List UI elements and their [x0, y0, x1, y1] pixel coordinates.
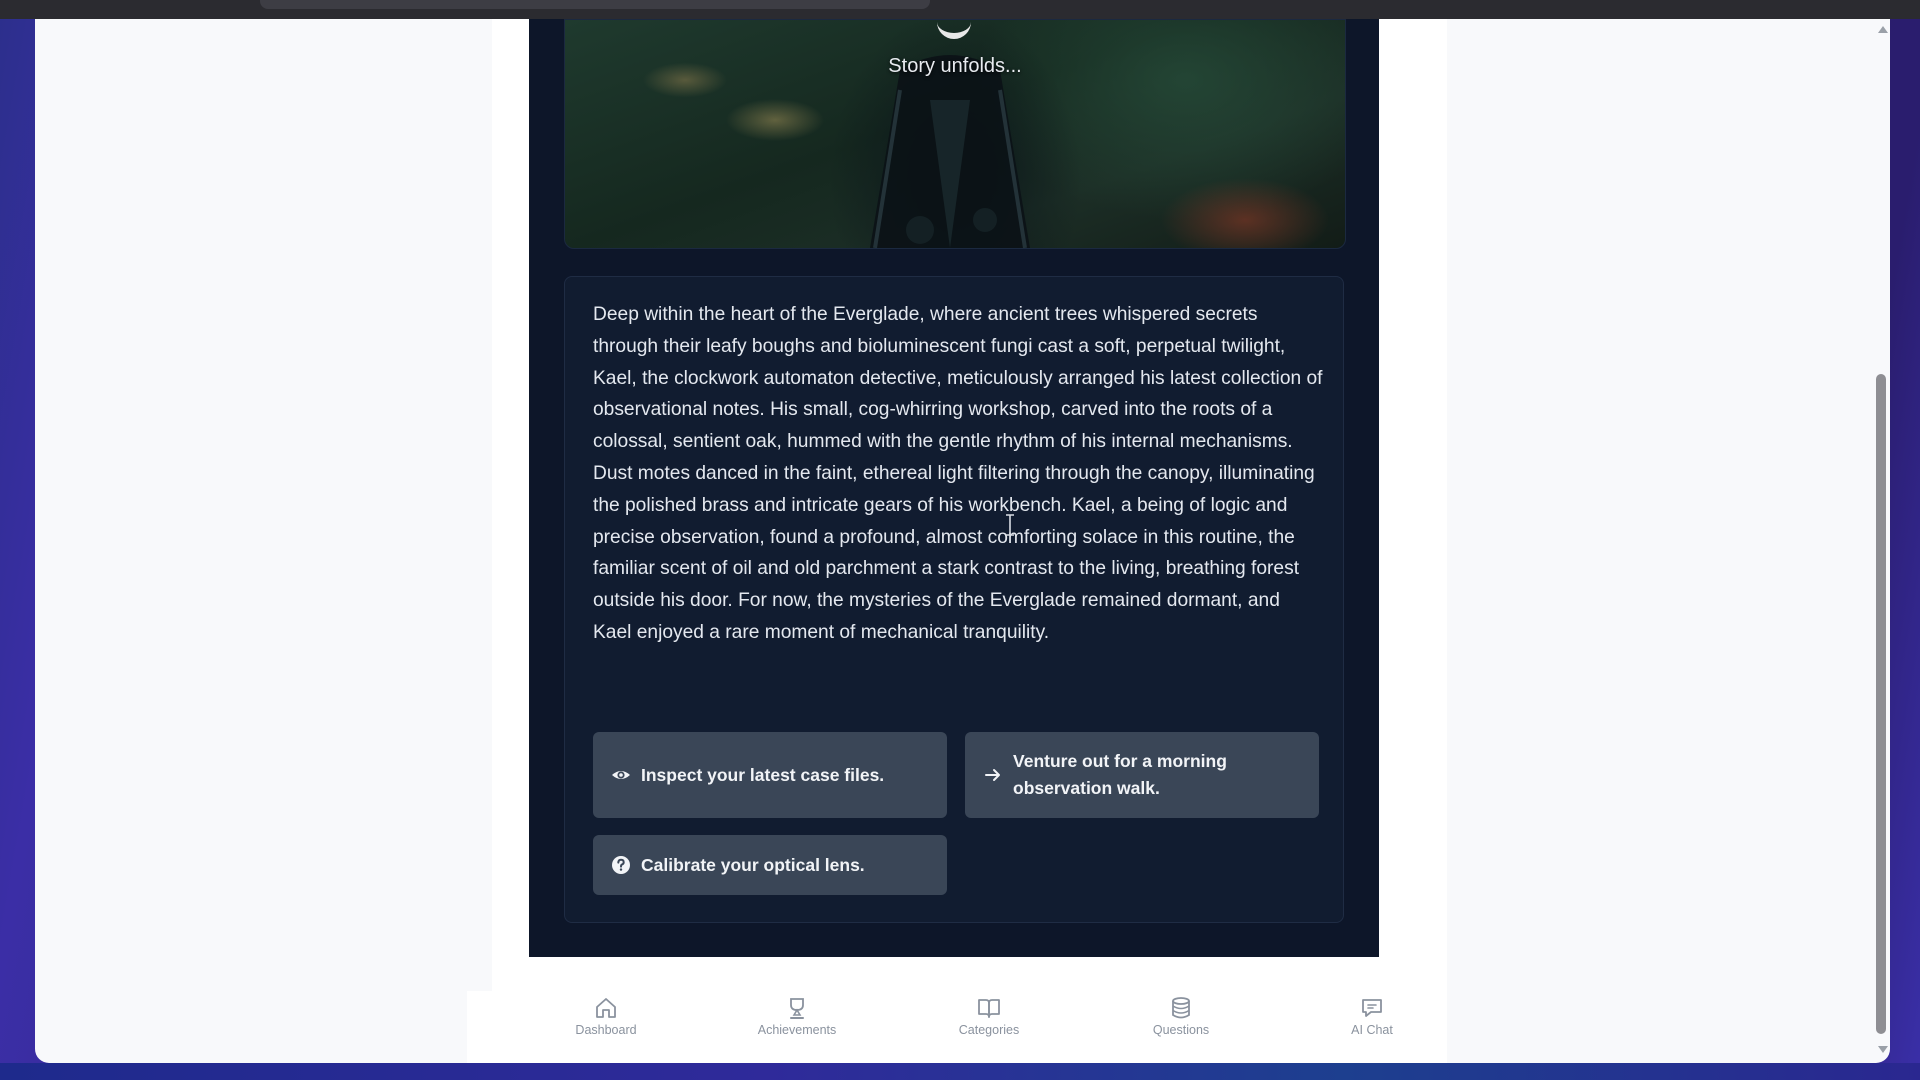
nav-label: AI Chat	[1351, 1023, 1393, 1037]
story-card: Deep within the heart of the Everglade, …	[564, 276, 1344, 923]
browser-top-bar	[0, 0, 1920, 19]
trophy-icon	[790, 998, 804, 1019]
book-icon	[978, 999, 1000, 1018]
bottom-navigation: Dashboard Achievements Categories Questi…	[467, 991, 1447, 1063]
chat-icon	[1362, 999, 1382, 1017]
choice-calibrate-lens-button[interactable]: Calibrate your optical lens.	[593, 835, 947, 895]
nav-label: Questions	[1152, 1023, 1210, 1037]
nav-achievements[interactable]: Achievements	[742, 995, 852, 1059]
eye-icon	[611, 765, 631, 785]
choice-inspect-case-files-button[interactable]: Inspect your latest case files.	[593, 732, 947, 818]
nav-dashboard[interactable]: Dashboard	[551, 995, 661, 1059]
scroll-down-icon[interactable]	[1878, 1046, 1888, 1053]
nav-questions[interactable]: Questions	[1126, 995, 1236, 1059]
nav-ai-chat[interactable]: AI Chat	[1317, 995, 1427, 1059]
hero-caption: Story unfolds...	[888, 55, 1022, 77]
home-icon	[596, 998, 616, 1018]
desktop-background-strip	[0, 1063, 1920, 1080]
nav-label: Achievements	[757, 1023, 837, 1037]
story-text: Deep within the heart of the Everglade, …	[593, 304, 1323, 643]
nav-label: Dashboard	[575, 1023, 637, 1037]
scroll-up-icon[interactable]	[1878, 26, 1888, 33]
scrollbar-thumb[interactable]	[1876, 374, 1886, 1034]
app-window: Story unfolds... Deep within the heart o…	[35, 19, 1890, 1063]
choice-morning-walk-button[interactable]: Venture out for a morning observation wa…	[965, 732, 1319, 818]
choice-label: Venture out for a morning observation wa…	[1013, 751, 1227, 798]
nav-categories[interactable]: Categories	[934, 995, 1044, 1059]
question-circle-icon	[611, 855, 631, 875]
database-icon	[1172, 997, 1190, 1019]
story-hero-image: Story unfolds...	[564, 19, 1346, 249]
nav-label: Categories	[958, 1023, 1020, 1037]
choice-label: Calibrate your optical lens.	[641, 854, 865, 875]
text-cursor-icon	[1006, 514, 1014, 536]
choice-label: Inspect your latest case files.	[641, 764, 885, 785]
arrow-right-icon	[983, 765, 1003, 785]
browser-tab-strip[interactable]	[260, 0, 930, 9]
